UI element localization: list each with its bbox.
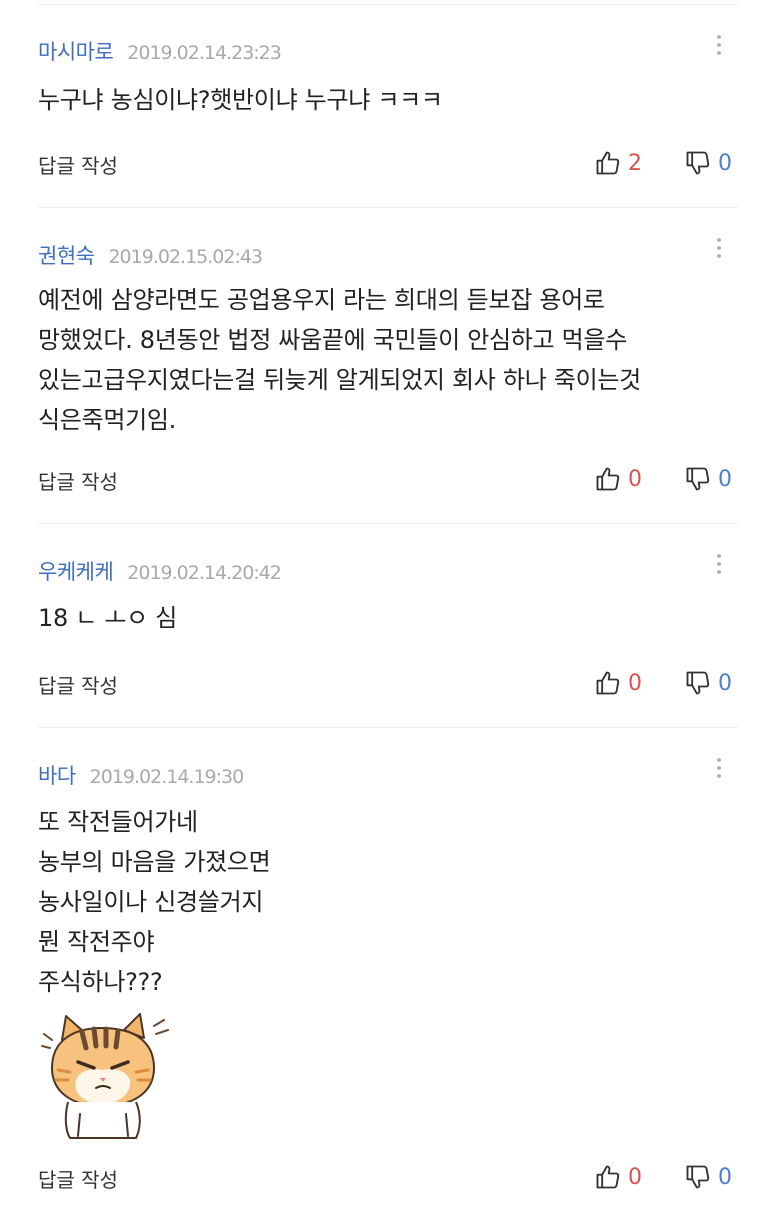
- thumbs-down-icon: [686, 671, 710, 695]
- thumbs-up-icon: [596, 151, 620, 175]
- thumbs-up-icon: [596, 1165, 620, 1189]
- comment-line: 농사일이나 신경쓸거지: [38, 888, 264, 916]
- comment-line: 망했었다. 8년동안 법정 싸움끝에 국민들이 안심하고 먹을수: [38, 326, 627, 354]
- reply-button[interactable]: 답글 작성: [38, 670, 118, 699]
- thumbs-down-icon: [686, 1165, 710, 1189]
- dislike-count: 0: [718, 150, 732, 176]
- like-count: 0: [628, 466, 642, 492]
- comment-date: 2019.02.14.19:30: [89, 766, 245, 788]
- more-options-icon[interactable]: [716, 758, 722, 778]
- dislike-button[interactable]: 0: [684, 465, 732, 493]
- thumbs-up-icon: [596, 467, 620, 491]
- top-divider: [38, 4, 738, 5]
- more-options-icon[interactable]: [716, 35, 722, 55]
- thumbs-up-icon: [596, 671, 620, 695]
- like-count: 0: [628, 1164, 642, 1190]
- comment-meta: 우케케케 2019.02.14.20:42: [38, 556, 282, 586]
- more-options-icon[interactable]: [716, 554, 722, 574]
- comment-line: 식은죽먹기임.: [38, 406, 177, 434]
- like-count: 2: [628, 150, 642, 176]
- comment-meta: 마시마로 2019.02.14.23:23: [38, 36, 282, 66]
- more-options-icon[interactable]: [716, 238, 722, 258]
- comment-line: 있는고급우지였다는걸 뒤늦게 알게되었지 회사 하나 죽이는것: [38, 366, 641, 394]
- comment-line: 누구냐 농심이냐?햇반이냐 누구냐 ㅋㅋㅋ: [38, 86, 443, 114]
- dislike-count: 0: [718, 466, 732, 492]
- comment-line: 예전에 삼양라면도 공업용우지 라는 희대의 듣보잡 용어로: [38, 286, 605, 314]
- comment-body: 18 ㄴ ㅗㅇ 심: [38, 598, 730, 638]
- comment-divider: [38, 207, 738, 208]
- angry-cat-sticker: [41, 1013, 169, 1139]
- comment-author[interactable]: 바다: [38, 760, 76, 790]
- dislike-button[interactable]: 0: [684, 669, 732, 697]
- dislike-count: 0: [718, 1164, 732, 1190]
- like-count: 0: [628, 670, 642, 696]
- comment-date: 2019.02.14.23:23: [127, 42, 282, 64]
- comment-body: 예전에 삼양라면도 공업용우지 라는 희대의 듣보잡 용어로 망했었다. 8년동…: [38, 280, 730, 440]
- reply-button[interactable]: 답글 작성: [38, 466, 118, 495]
- thumbs-down-icon: [686, 151, 710, 175]
- dislike-button[interactable]: 0: [684, 149, 732, 177]
- like-button[interactable]: 0: [594, 465, 642, 493]
- comment-author[interactable]: 마시마로: [38, 36, 114, 66]
- like-button[interactable]: 0: [594, 1163, 642, 1191]
- comment-body: 또 작전들어가네 농부의 마음을 가졌으면 농사일이나 신경쓸거지 뭔 작전주야…: [38, 802, 730, 1002]
- dislike-count: 0: [718, 670, 732, 696]
- comment-date: 2019.02.14.20:42: [127, 562, 282, 584]
- comment-body: 누구냐 농심이냐?햇반이냐 누구냐 ㅋㅋㅋ: [38, 80, 730, 120]
- comment-line: 또 작전들어가네: [38, 808, 198, 836]
- reply-button[interactable]: 답글 작성: [38, 150, 118, 179]
- thumbs-down-icon: [686, 467, 710, 491]
- comment-line: 주식하나???: [38, 968, 163, 996]
- comment-author[interactable]: 우케케케: [38, 556, 114, 586]
- comment-line: 18 ㄴ ㅗㅇ 심: [38, 604, 178, 632]
- comment-date: 2019.02.15.02:43: [108, 246, 263, 268]
- comment-author[interactable]: 권현숙: [38, 240, 95, 270]
- dislike-button[interactable]: 0: [684, 1163, 732, 1191]
- like-button[interactable]: 2: [594, 149, 642, 177]
- comment-line: 뭔 작전주야: [38, 928, 155, 956]
- comment-line: 농부의 마음을 가졌으면: [38, 848, 271, 876]
- comment-divider: [38, 523, 738, 524]
- reply-button[interactable]: 답글 작성: [38, 1164, 118, 1193]
- like-button[interactable]: 0: [594, 669, 642, 697]
- comment-meta: 권현숙 2019.02.15.02:43: [38, 240, 263, 270]
- comment-divider: [38, 727, 738, 728]
- comment-meta: 바다 2019.02.14.19:30: [38, 760, 245, 790]
